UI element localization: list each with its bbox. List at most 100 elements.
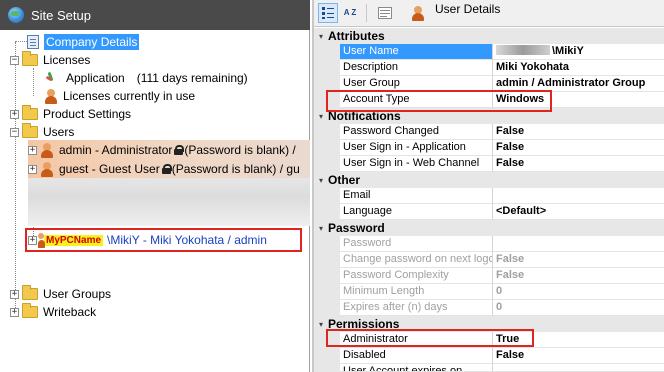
category-password[interactable]: ▾ Password bbox=[314, 220, 664, 236]
password-status: (Password is blank) / gu bbox=[171, 162, 300, 176]
tree-item-company-details[interactable]: Company Details bbox=[27, 33, 140, 51]
license-days-remaining: (111 days remaining) bbox=[136, 71, 248, 85]
property-row-language[interactable]: Language <Default> bbox=[314, 204, 664, 220]
category-attributes[interactable]: ▾ Attributes bbox=[314, 28, 664, 44]
expand-icon[interactable]: + bbox=[28, 164, 37, 174]
property-value[interactable] bbox=[493, 364, 664, 372]
property-value: 0 bbox=[493, 284, 664, 300]
settings-tree: Company Details − Licenses Application (… bbox=[0, 30, 310, 372]
password-status: (Password is blank) / bbox=[184, 143, 296, 157]
tree-line bbox=[33, 68, 34, 96]
folder-icon bbox=[22, 285, 38, 300]
property-row-password-complexity[interactable]: Password Complexity False bbox=[314, 268, 664, 284]
property-row-description[interactable]: Description Miki Yokohata bbox=[314, 60, 664, 76]
tree-item-label: Company Details bbox=[44, 34, 140, 50]
tree-item-licenses-in-use[interactable]: Licenses currently in use bbox=[44, 87, 195, 105]
tree-item-label: Product Settings bbox=[43, 107, 132, 121]
property-label: User Account expires on bbox=[340, 364, 493, 372]
property-row-signin-application[interactable]: User Sign in - Application False bbox=[314, 140, 664, 156]
expand-icon[interactable]: + bbox=[10, 289, 19, 299]
property-label: Password bbox=[340, 236, 493, 252]
redacted-area bbox=[28, 178, 310, 226]
categorized-view-button[interactable] bbox=[318, 3, 338, 23]
tree-item-writeback[interactable]: + Writeback bbox=[10, 303, 96, 321]
property-row-disabled[interactable]: Disabled False bbox=[314, 348, 664, 364]
application-icon bbox=[44, 71, 58, 85]
property-label: Description bbox=[340, 60, 493, 76]
property-value[interactable]: <Default> bbox=[493, 204, 664, 220]
tree-item-product-settings[interactable]: + Product Settings bbox=[10, 105, 131, 123]
expand-icon[interactable]: + bbox=[10, 109, 19, 119]
globe-icon bbox=[8, 7, 24, 23]
property-row-account-expires[interactable]: User Account expires on bbox=[314, 364, 664, 372]
tree-item-application[interactable]: Application (111 days remaining) bbox=[44, 69, 248, 87]
collapse-icon[interactable]: ▾ bbox=[314, 176, 328, 185]
user-icon bbox=[40, 161, 54, 177]
folder-icon bbox=[22, 105, 38, 120]
tree-item-users[interactable]: − Users bbox=[10, 123, 74, 141]
property-row-email[interactable]: Email bbox=[314, 188, 664, 204]
property-value[interactable]: \MikiY bbox=[493, 44, 664, 60]
tree-line bbox=[15, 41, 27, 42]
collapse-icon[interactable]: ▾ bbox=[314, 320, 328, 329]
lock-icon bbox=[161, 164, 172, 174]
collapse-icon[interactable]: − bbox=[10, 55, 19, 65]
property-row-password[interactable]: Password bbox=[314, 236, 664, 252]
property-label: User Name bbox=[340, 44, 493, 60]
property-label: Password Complexity bbox=[340, 268, 493, 284]
document-icon bbox=[27, 35, 39, 49]
user-icon bbox=[40, 142, 54, 158]
collapse-icon[interactable]: ▾ bbox=[314, 224, 328, 233]
user-label: admin - Administrator bbox=[59, 143, 173, 157]
expand-icon[interactable]: + bbox=[28, 145, 37, 155]
property-toolbar: A Z User Details bbox=[314, 0, 664, 27]
details-title-text: User Details bbox=[435, 2, 501, 16]
window-title: Site Setup bbox=[31, 7, 91, 23]
property-value[interactable]: False bbox=[493, 124, 664, 140]
property-label: Disabled bbox=[340, 348, 493, 364]
property-value: 0 bbox=[493, 300, 664, 316]
property-row-password-changed[interactable]: Password Changed False bbox=[314, 124, 664, 140]
user-label: guest - Guest User bbox=[59, 162, 160, 176]
tree-item-label: Licenses currently in use bbox=[63, 89, 196, 103]
tree-item-user-groups[interactable]: + User Groups bbox=[10, 285, 111, 303]
expand-icon[interactable]: + bbox=[10, 307, 19, 317]
site-setup-window: Site Setup Company Details − Licenses Ap… bbox=[0, 0, 664, 372]
category-label: Password bbox=[328, 221, 385, 235]
property-label: Email bbox=[340, 188, 493, 204]
tree-item-label: Users bbox=[43, 125, 75, 139]
folder-icon bbox=[22, 303, 38, 318]
tree-item-admin-user[interactable]: + admin - Administrator (Password is bla… bbox=[28, 141, 296, 159]
folder-icon bbox=[22, 51, 38, 66]
property-row-expires-after[interactable]: Expires after (n) days 0 bbox=[314, 300, 664, 316]
tree-item-licenses[interactable]: − Licenses bbox=[10, 51, 90, 69]
property-row-change-password[interactable]: Change password on next logo False bbox=[314, 252, 664, 268]
category-other[interactable]: ▾ Other bbox=[314, 172, 664, 188]
tree-item-label: Writeback bbox=[43, 305, 97, 319]
folder-icon bbox=[22, 123, 38, 138]
property-row-minimum-length[interactable]: Minimum Length 0 bbox=[314, 284, 664, 300]
property-value[interactable]: Miki Yokohata bbox=[493, 60, 664, 76]
property-value[interactable]: False bbox=[493, 156, 664, 172]
redacted-domain bbox=[496, 45, 550, 55]
highlight-box bbox=[326, 90, 552, 112]
property-row-user-name[interactable]: User Name \MikiY bbox=[314, 44, 664, 60]
property-label: Password Changed bbox=[340, 124, 493, 140]
property-pages-button[interactable] bbox=[375, 3, 395, 23]
tree-item-guest-user[interactable]: + guest - Guest User (Password is blank)… bbox=[28, 160, 300, 178]
property-value: False bbox=[493, 252, 664, 268]
property-value: False bbox=[493, 268, 664, 284]
sort-alphabetical-button[interactable]: A Z bbox=[340, 3, 360, 23]
property-label: Minimum Length bbox=[340, 284, 493, 300]
categorized-icon bbox=[322, 7, 334, 19]
title-bar: Site Setup bbox=[0, 0, 310, 30]
user-details-pane: A Z User Details ▾ Attributes User Name … bbox=[314, 0, 664, 372]
property-row-signin-web[interactable]: User Sign in - Web Channel False bbox=[314, 156, 664, 172]
property-value[interactable] bbox=[493, 188, 664, 204]
collapse-icon[interactable]: ▾ bbox=[314, 32, 328, 41]
collapse-icon[interactable]: − bbox=[10, 127, 19, 137]
details-title: User Details bbox=[411, 2, 500, 21]
collapse-icon[interactable]: ▾ bbox=[314, 112, 328, 121]
property-value[interactable]: False bbox=[493, 348, 664, 364]
property-value[interactable]: False bbox=[493, 140, 664, 156]
